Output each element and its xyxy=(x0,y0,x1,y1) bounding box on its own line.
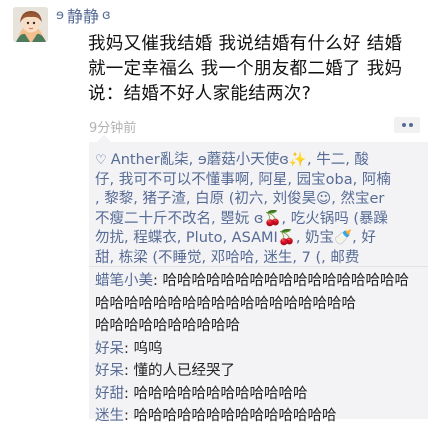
interaction-panel: ♡ Anther亂柒, ɘ蘑菇小天使ɞ✨, 牛二, 酸 仔, 我可不可以不懂事啊… xyxy=(89,135,428,424)
comment-like-menu-button[interactable] xyxy=(394,117,420,133)
comment-item[interactable]: 好甜: 哈哈哈哈哈哈哈哈哈哈哈哈 xyxy=(95,383,425,406)
comments-list: 蜡笔小美: 哈哈哈哈哈哈哈哈哈哈哈哈哈哈哈哈哈 哈哈哈哈哈哈哈哈哈哈哈哈哈哈哈哈… xyxy=(95,270,425,428)
likes-list: ♡ Anther亂柒, ɘ蘑菇小天使ɞ✨, 牛二, 酸 仔, 我可不可以不懂事啊… xyxy=(95,151,425,268)
post-text: 我妈又催我结婚 我说结婚有什么好 结婚 就一定幸福么 我一个朋友都二婚了 我妈 … xyxy=(88,32,428,107)
likes-comments-divider xyxy=(89,266,428,267)
comment-item[interactable]: 好呆: 懂的人已经哭了 xyxy=(95,360,425,383)
comment-text: 哈哈哈哈哈哈哈哈哈哈哈哈哈哈哈哈哈 xyxy=(162,273,410,289)
likes-line[interactable]: 勿扰, 程蝶衣, Pluto, ASAMI🍒, 奶宝🍼, 好 xyxy=(95,229,425,249)
likes-line[interactable]: 仔, 我可不可以不懂事啊, 阿星, 园宝oba, 阿楠 xyxy=(95,171,425,191)
comment-text-continued: 哈哈哈哈哈哈哈哈哈哈哈哈哈哈哈哈哈哈 xyxy=(95,295,356,312)
panel-arrow xyxy=(97,135,111,142)
heart-outline-icon: ♡ xyxy=(95,153,111,168)
comment-item[interactable]: 迷生: 哈哈哈哈哈哈哈哈哈哈哈哈哈哈 xyxy=(95,405,425,428)
avatar-image xyxy=(13,7,48,42)
post-timestamp: 9分钟前 xyxy=(89,121,137,136)
post-text-line: 就一定幸福么 我一个朋友都二婚了 我妈 xyxy=(88,59,403,79)
commenter-name[interactable]: 好呆 xyxy=(95,363,124,379)
comment-item[interactable]: 蜡笔小美: 哈哈哈哈哈哈哈哈哈哈哈哈哈哈哈哈哈 xyxy=(95,270,425,293)
commenter-name[interactable]: 好呆 xyxy=(95,341,124,357)
avatar[interactable] xyxy=(13,7,48,42)
comment-text: 懂的人已经哭了 xyxy=(133,363,236,379)
comment-text: 哈哈哈哈哈哈哈哈哈哈哈哈哈哈 xyxy=(133,408,337,424)
likes-line[interactable]: 不瘦二十斤不改名, 瞾妧 ɞ🍒, 吃火锅吗 (暴躁 xyxy=(95,210,425,230)
moments-post: ɘ 静静 ɞ 我妈又催我结婚 我说结婚有什么好 结婚 就一定幸福么 我一个朋友都… xyxy=(0,0,440,424)
author-row: ɘ 静静 ɞ xyxy=(56,3,111,27)
comment-item[interactable]: 好呆: 呜呜 xyxy=(95,338,425,361)
comment-text: 哈哈哈哈哈哈哈哈哈哈哈哈 xyxy=(133,385,308,402)
comment-text: 呜呜 xyxy=(133,340,163,357)
post-text-line: 说：结婚不好人家能结两次? xyxy=(88,84,312,104)
comment-text-continued: 哈哈哈哈哈哈哈哈哈哈 xyxy=(95,318,240,334)
commenter-name[interactable]: 好甜 xyxy=(95,386,124,402)
commenter-name[interactable]: 蜡笔小美 xyxy=(95,273,153,289)
name-prefix-icon: ɘ xyxy=(56,7,64,23)
name-suffix-icon: ɞ xyxy=(102,7,111,23)
dot-icon xyxy=(401,123,406,127)
post-text-line: 我妈又催我结婚 我说结婚有什么好 结婚 xyxy=(88,34,403,54)
dot-icon xyxy=(408,123,413,127)
likes-line[interactable]: ♡ Anther亂柒, ɘ蘑菇小天使ɞ✨, 牛二, 酸 xyxy=(95,151,425,171)
commenter-name[interactable]: 迷生 xyxy=(95,408,124,424)
author-name[interactable]: 静静 xyxy=(67,3,99,27)
likes-line[interactable]: , 黎黎, 猪子渣, 白原 (初六, 刘俊昊☺, 然宝er xyxy=(95,190,425,210)
